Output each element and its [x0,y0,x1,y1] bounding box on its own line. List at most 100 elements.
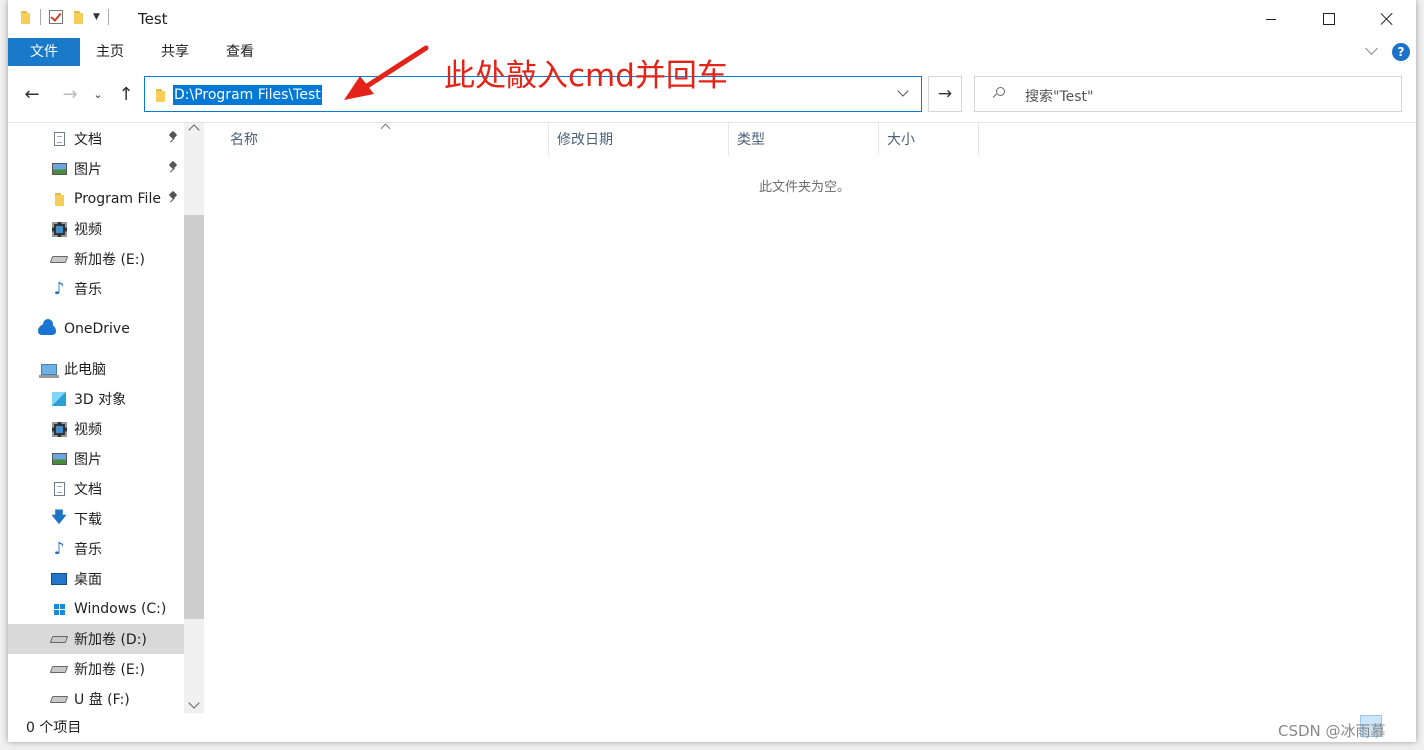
sidebar-item-drive-e[interactable]: 新加卷 (E:) [8,244,184,274]
sidebar-item-music-pc[interactable]: ♪ 音乐 [8,534,184,564]
pin-icon [168,132,178,144]
sidebar-item-documents-pinned[interactable]: 文档 [8,124,184,154]
address-history-chevron-icon[interactable] [897,85,909,97]
quick-access-toolbar: ▼ [18,9,109,25]
minimize-icon [1266,18,1276,20]
tab-share[interactable]: 共享 [159,38,191,66]
sidebar-item-label: 视频 [74,222,102,238]
watermark: CSDN @冰雨慕 [1278,722,1386,740]
tab-home[interactable]: 主页 [94,38,126,66]
drive-icon [49,255,69,263]
file-list[interactable]: 名称 修改日期 类型 大小 此文件夹为空。 [204,123,1416,713]
sidebar-item-label: 新加卷 (D:) [74,632,147,648]
folder-icon [153,88,167,102]
sidebar-item-label: 文档 [74,132,102,148]
toolbar-separator [107,9,109,25]
sidebar-item-3d-objects[interactable]: 3D 对象 [8,384,184,414]
sidebar-item-windows-c[interactable]: Windows (C:) [8,594,184,624]
search-placeholder: 搜索"Test" [1025,89,1094,105]
sidebar-item-downloads[interactable]: 🡇 下载 [8,504,184,534]
maximize-button[interactable] [1300,0,1358,38]
sidebar-item-usb-f[interactable]: U 盘 (F:) [8,684,184,713]
column-header-date-modified[interactable]: 修改日期 [549,123,729,155]
column-label: 修改日期 [557,132,613,148]
sidebar-item-label: 3D 对象 [74,392,127,408]
sidebar-item-label: OneDrive [64,321,130,337]
sidebar-item-label: 此电脑 [64,362,106,378]
sidebar-item-pictures-pinned[interactable]: 图片 [8,154,184,184]
empty-folder-message: 此文件夹为空。 [759,180,851,195]
search-icon [993,87,1005,99]
desktop-icon [51,573,67,585]
onedrive-icon [38,318,56,335]
expand-ribbon-chevron-icon[interactable] [1365,42,1378,55]
drive-icon [49,635,69,643]
sidebar-item-label: 下载 [74,512,102,528]
properties-icon[interactable] [49,10,63,24]
large-icons-view-button[interactable] [1386,715,1408,737]
status-bar: 0 个项目 [8,713,1416,742]
sidebar-item-onedrive[interactable]: OneDrive [8,314,184,344]
forward-button[interactable]: → [58,82,82,106]
file-explorer-window: ▼ Test 文件 主页 共享 查看 ? ← → ⌄ ↑ D:\Program … [8,0,1416,742]
windows-drive-icon [53,603,65,615]
tab-view[interactable]: 查看 [224,38,256,66]
scrollbar-thumb[interactable] [184,215,204,619]
minimize-button[interactable] [1242,0,1300,38]
sidebar-item-this-pc[interactable]: 此电脑 [8,354,184,384]
scroll-up-icon[interactable] [188,124,200,136]
up-button[interactable]: ↑ [114,82,138,106]
scroll-down-icon[interactable] [188,697,200,709]
sidebar-item-label: U 盘 (F:) [74,692,130,708]
window-title: Test [138,10,168,28]
sidebar-item-label: 图片 [74,452,102,468]
sidebar-item-videos-pc[interactable]: 视频 [8,414,184,444]
maximize-icon [1323,13,1335,25]
address-path-selected[interactable]: D:\Program Files\Test [173,85,322,105]
column-header-name[interactable]: 名称 [204,123,549,155]
column-header-type[interactable]: 类型 [729,123,879,155]
sidebar-item-label: Windows (C:) [74,601,167,617]
help-icon[interactable]: ? [1392,43,1410,61]
video-icon [51,421,67,437]
pin-icon [168,192,178,204]
annotation-text: 此处敲入cmd并回车 [444,58,728,94]
go-button[interactable]: → [928,76,962,112]
drive-icon [49,695,69,703]
sidebar-item-videos[interactable]: 视频 [8,214,184,244]
music-icon: ♪ [53,279,65,299]
sidebar-item-label: 新加卷 (E:) [74,662,145,678]
sidebar-item-drive-d[interactable]: 新加卷 (D:) [8,624,184,654]
back-button[interactable]: ← [20,82,44,106]
sidebar-item-label: Program File [74,191,161,207]
sidebar-item-pictures-pc[interactable]: 图片 [8,444,184,474]
navigation-pane-scrollbar[interactable] [184,123,204,713]
new-folder-icon[interactable] [71,10,85,24]
sidebar-item-desktop[interactable]: 桌面 [8,564,184,594]
navigation-pane: 文档 图片 Program File 视频 新加卷 (E:) ♪ 音乐 OneD… [8,123,204,713]
column-label: 大小 [887,132,915,148]
picture-icon [51,453,67,465]
toolbar-separator [40,9,41,25]
drive-icon [49,665,69,673]
sidebar-item-documents-pc[interactable]: 文档 [8,474,184,504]
recent-locations-chevron-icon[interactable]: ⌄ [90,82,106,106]
sidebar-item-drive-e-pc[interactable]: 新加卷 (E:) [8,654,184,684]
sidebar-item-music[interactable]: ♪ 音乐 [8,274,184,304]
picture-icon [51,163,67,175]
sidebar-item-label: 音乐 [74,282,102,298]
search-input[interactable]: 搜索"Test" [974,76,1402,112]
close-button[interactable] [1358,0,1416,38]
download-icon: 🡇 [51,507,67,526]
sidebar-item-program-files[interactable]: Program File [8,184,184,214]
tab-file[interactable]: 文件 [8,38,80,66]
customize-toolbar-dropdown-icon[interactable]: ▼ [93,12,100,22]
folder-icon [52,192,66,206]
column-label: 类型 [737,132,765,148]
column-header-size[interactable]: 大小 [879,123,979,155]
title-bar: ▼ Test [8,0,1416,38]
column-label: 名称 [230,132,258,148]
item-count: 0 个项目 [26,720,82,736]
document-icon [53,132,65,146]
pin-icon [168,162,178,174]
